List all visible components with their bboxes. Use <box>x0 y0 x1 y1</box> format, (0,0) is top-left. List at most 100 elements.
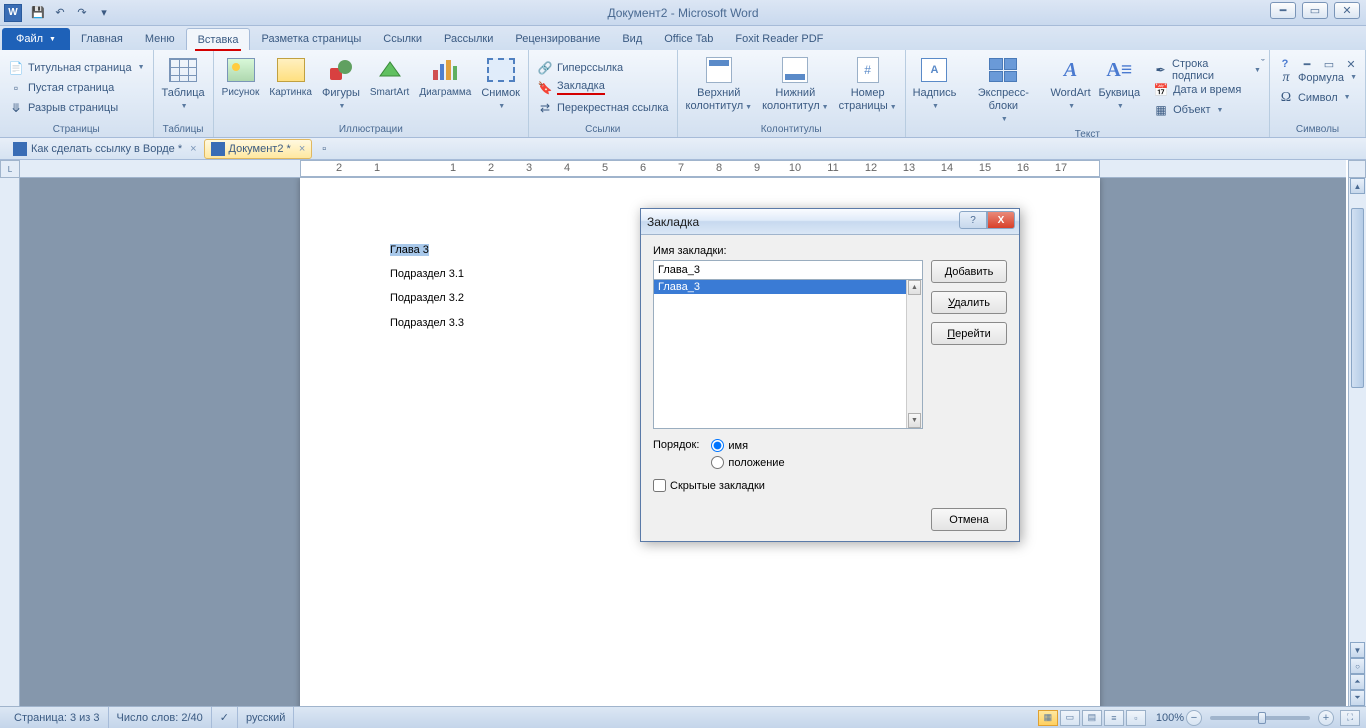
zoom-thumb[interactable] <box>1258 712 1266 724</box>
doc-close-icon[interactable]: ✕ <box>1342 56 1360 72</box>
close-icon[interactable]: × <box>299 143 305 155</box>
cancel-button[interactable]: Отмена <box>931 508 1007 531</box>
close-icon[interactable]: × <box>190 143 196 155</box>
vertical-scrollbar[interactable]: ▲ ▼ ○ ⏶ ⏷ <box>1348 178 1366 706</box>
tab-references[interactable]: Ссылки <box>372 28 433 50</box>
horizontal-ruler[interactable]: 211234567891011121314151617 <box>20 160 1346 178</box>
sort-by-position-radio[interactable]: положение <box>711 456 784 469</box>
view-outline[interactable]: ≡ <box>1104 710 1124 726</box>
zoom-fit-button[interactable]: ⛶ <box>1340 710 1360 726</box>
add-button[interactable]: Добавить <box>931 260 1007 283</box>
bookmark-list-item[interactable]: Глава_3 <box>654 280 922 294</box>
textbox-icon: A <box>918 54 950 86</box>
close-button[interactable]: ✕ <box>1334 2 1360 19</box>
zoom-level[interactable]: 100% <box>1156 712 1184 724</box>
group-tables: Таблица▼ Таблицы <box>154 50 214 137</box>
chart-button[interactable]: Диаграмма <box>415 52 475 123</box>
header-button[interactable]: Верхний колонтитул▼ <box>682 52 757 123</box>
doc-restore-icon[interactable]: ▭ <box>1320 56 1338 72</box>
tab-view[interactable]: Вид <box>611 28 653 50</box>
tab-insert[interactable]: Вставка <box>186 28 251 50</box>
table-button[interactable]: Таблица▼ <box>158 52 209 123</box>
blank-page-icon: ▫ <box>8 80 24 96</box>
qat-save-icon[interactable]: 💾 <box>28 3 48 23</box>
doctab-1[interactable]: Как сделать ссылку в Ворде *× <box>6 139 204 159</box>
object-icon: ▦ <box>1153 102 1169 118</box>
bookmark-name-input[interactable] <box>653 260 923 280</box>
page-number-button[interactable]: #Номер страницы▼ <box>835 52 901 123</box>
dialog-help-button[interactable]: ? <box>959 211 987 229</box>
vertical-ruler[interactable] <box>0 178 20 706</box>
smartart-button[interactable]: SmartArt <box>366 52 413 123</box>
status-words[interactable]: Число слов: 2/40 <box>109 707 212 728</box>
zoom-out-button[interactable]: − <box>1186 710 1202 726</box>
status-proofing[interactable]: ✓ <box>212 707 238 728</box>
tab-home[interactable]: Главная <box>70 28 134 50</box>
view-draft[interactable]: ▫ <box>1126 710 1146 726</box>
next-page-button[interactable]: ⏷ <box>1350 690 1365 706</box>
delete-button[interactable]: Удалить <box>931 291 1007 314</box>
qat-undo-icon[interactable]: ↶ <box>50 3 70 23</box>
browse-select-button[interactable]: ○ <box>1350 658 1365 674</box>
tab-review[interactable]: Рецензирование <box>504 28 611 50</box>
status-language[interactable]: русский <box>238 707 294 728</box>
view-web-layout[interactable]: ▤ <box>1082 710 1102 726</box>
shapes-button[interactable]: Фигуры▼ <box>318 52 364 123</box>
status-page[interactable]: Страница: 3 из 3 <box>6 707 109 728</box>
maximize-button[interactable]: ▭ <box>1302 2 1328 19</box>
dropcap-icon: A≡ <box>1103 54 1135 86</box>
scroll-thumb[interactable] <box>1351 208 1364 388</box>
scroll-up-button[interactable]: ▲ <box>1350 178 1365 194</box>
footer-button[interactable]: Нижний колонтитул▼ <box>758 52 833 123</box>
tab-menu[interactable]: Меню <box>134 28 186 50</box>
textbox-button[interactable]: AНадпись▼ <box>910 52 959 128</box>
scroll-down-button[interactable]: ▼ <box>1350 642 1365 658</box>
scroll-down-icon[interactable]: ▼ <box>908 413 921 428</box>
qat-redo-icon[interactable]: ↷ <box>72 3 92 23</box>
crossref-button[interactable]: ⇄Перекрестная ссылка <box>533 98 673 118</box>
zoom-slider[interactable] <box>1210 716 1310 720</box>
quickparts-button[interactable]: Экспресс-блоки▼ <box>961 52 1045 128</box>
tab-mailings[interactable]: Рассылки <box>433 28 504 50</box>
list-scrollbar[interactable]: ▲ ▼ <box>906 280 922 428</box>
ruler-corner[interactable]: L <box>0 160 20 178</box>
new-doctab-button[interactable]: ▫ <box>312 139 336 159</box>
date-time-button[interactable]: 📅Дата и время <box>1149 80 1265 100</box>
prev-page-button[interactable]: ⏶ <box>1350 674 1365 690</box>
symbol-button[interactable]: ΩСимвол▼ <box>1274 88 1361 108</box>
hyperlink-button[interactable]: 🔗Гиперссылка <box>533 58 673 78</box>
help-icon[interactable]: ? <box>1276 56 1294 72</box>
signature-line-button[interactable]: ✒Строка подписи▼ <box>1149 60 1265 80</box>
object-button[interactable]: ▦Объект▼ <box>1149 100 1265 120</box>
selected-text[interactable]: Глава 3 <box>390 244 429 256</box>
screenshot-button[interactable]: Снимок▼ <box>477 52 524 123</box>
file-tab[interactable]: Файл▼ <box>2 28 70 50</box>
picture-button[interactable]: Рисунок <box>218 52 264 123</box>
blank-page-button[interactable]: ▫Пустая страница <box>4 78 149 98</box>
dialog-titlebar[interactable]: Закладка ? X <box>641 209 1019 235</box>
bookmark-list[interactable]: Глава_3 ▲ ▼ <box>653 279 923 429</box>
dropcap-button[interactable]: A≡Буквица▼ <box>1096 52 1144 128</box>
tab-office[interactable]: Office Tab <box>653 28 724 50</box>
doctab-2[interactable]: Документ2 *× <box>204 139 313 159</box>
ribbon-minimize-icon[interactable]: ˇ <box>1254 56 1272 72</box>
qat-customize-icon[interactable]: ▾ <box>94 3 114 23</box>
scroll-up-icon[interactable]: ▲ <box>908 280 921 295</box>
ruler-toggle[interactable] <box>1348 160 1366 178</box>
goto-button[interactable]: Перейти <box>931 322 1007 345</box>
bookmark-button[interactable]: 🔖Закладка <box>533 78 673 98</box>
zoom-in-button[interactable]: + <box>1318 710 1334 726</box>
view-print-layout[interactable]: ▦ <box>1038 710 1058 726</box>
dialog-close-button[interactable]: X <box>987 211 1015 229</box>
tab-layout[interactable]: Разметка страницы <box>250 28 372 50</box>
minimize-button[interactable]: ━ <box>1270 2 1296 19</box>
wordart-button[interactable]: AWordArt▼ <box>1048 52 1094 128</box>
sort-by-name-radio[interactable]: имя <box>711 439 784 452</box>
clipart-button[interactable]: Картинка <box>265 52 316 123</box>
view-full-reading[interactable]: ▭ <box>1060 710 1080 726</box>
tab-foxit[interactable]: Foxit Reader PDF <box>724 28 834 50</box>
cover-page-button[interactable]: 📄Титульная страница▼ <box>4 58 149 78</box>
hidden-bookmarks-checkbox[interactable]: Скрытые закладки <box>653 479 1007 492</box>
page-break-button[interactable]: ⤋Разрыв страницы <box>4 98 149 118</box>
doc-minimize-icon[interactable]: ━ <box>1298 56 1316 72</box>
